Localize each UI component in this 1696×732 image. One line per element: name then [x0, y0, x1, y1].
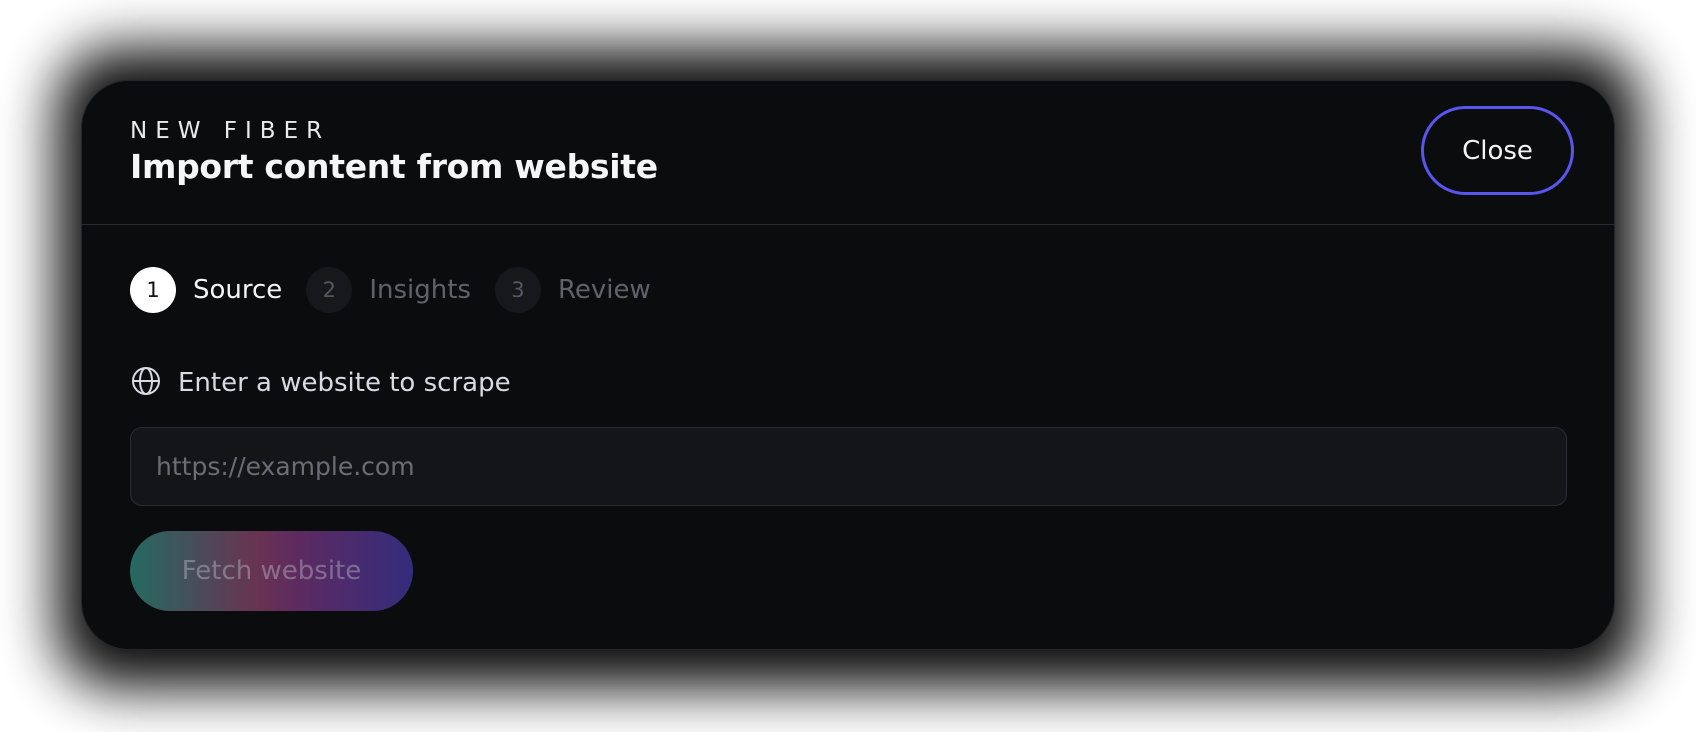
url-label-text: Enter a website to scrape	[178, 368, 511, 398]
import-modal: NEW FIBER Import content from website Cl…	[81, 80, 1615, 650]
step-label: Insights	[369, 275, 471, 305]
url-field-label: Enter a website to scrape	[130, 365, 511, 401]
step-number: 3	[494, 267, 541, 313]
modal-title: Import content from website	[130, 147, 658, 186]
stepper: 1 Source 2 Insights 3 Review	[130, 267, 675, 313]
step-source[interactable]: 1 Source	[130, 267, 282, 313]
step-label: Source	[193, 275, 283, 305]
step-number: 2	[306, 267, 353, 313]
step-number: 1	[130, 267, 176, 313]
url-input[interactable]	[130, 427, 1567, 506]
modal-header: NEW FIBER Import content from website Cl…	[82, 81, 1614, 225]
fetch-website-button[interactable]: Fetch website	[130, 531, 413, 611]
modal-eyebrow: NEW FIBER	[130, 118, 331, 144]
close-button[interactable]: Close	[1421, 106, 1574, 195]
step-insights[interactable]: 2 Insights	[306, 267, 471, 313]
step-label: Review	[557, 275, 651, 305]
step-review[interactable]: 3 Review	[494, 267, 651, 313]
globe-icon	[130, 365, 162, 401]
